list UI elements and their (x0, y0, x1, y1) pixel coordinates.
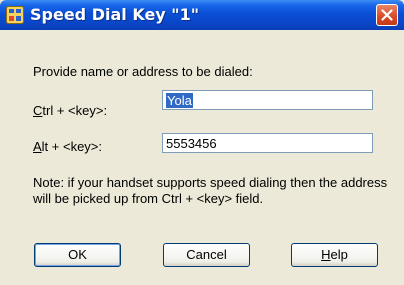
alt-mnemonic: A (33, 139, 42, 154)
ctrl-key-label: Ctrl + <key>: (33, 103, 107, 118)
close-button[interactable] (376, 4, 398, 26)
cancel-button[interactable]: Cancel (163, 243, 250, 267)
title-bar[interactable]: Speed Dial Key "1" (0, 0, 404, 30)
note-text: Note: if your handset supports speed dia… (33, 175, 388, 206)
ctrl-key-input[interactable]: Yola (162, 90, 373, 110)
speed-dial-app-icon (6, 6, 24, 24)
help-label-text: elp (330, 247, 348, 262)
speed-dial-dialog: Speed Dial Key "1" Provide name or addre… (0, 0, 404, 285)
close-icon (381, 9, 393, 21)
ctrl-key-value: Yola (166, 93, 193, 108)
alt-key-label: Alt + <key>: (33, 139, 102, 154)
window-title: Speed Dial Key "1" (30, 5, 200, 24)
prompt-label: Provide name or address to be dialed: (33, 64, 253, 79)
alt-key-input[interactable]: 5553456 (162, 133, 373, 153)
help-button[interactable]: Help (291, 243, 378, 267)
help-mnemonic: H (321, 247, 331, 262)
alt-key-value: 5553456 (166, 136, 217, 151)
alt-label-text: lt + <key>: (41, 139, 103, 154)
ctrl-label-text: trl + <key>: (42, 103, 108, 118)
ctrl-mnemonic: C (33, 103, 43, 118)
ok-button[interactable]: OK (34, 243, 121, 267)
